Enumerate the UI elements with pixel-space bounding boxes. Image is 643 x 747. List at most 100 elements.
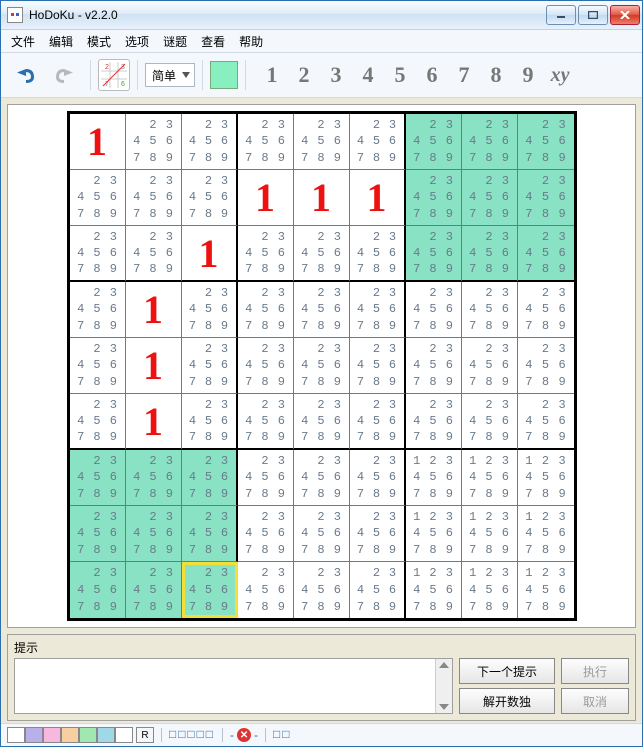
cell-r1c7[interactable]: 23456789 [406, 114, 462, 170]
cell-r7c4[interactable]: 23456789 [238, 450, 294, 506]
sudoku-grid[interactable]: 1234567892345678923456789234567892345678… [67, 111, 577, 621]
cell-r8c9[interactable]: 123456789 [518, 506, 574, 562]
cell-r6c7[interactable]: 23456789 [406, 394, 462, 450]
cell-r4c1[interactable]: 23456789 [70, 282, 126, 338]
cell-r9c8[interactable]: 123456789 [462, 562, 518, 618]
cell-r5c6[interactable]: 23456789 [350, 338, 406, 394]
cell-r8c3[interactable]: 23456789 [182, 506, 238, 562]
cell-r8c5[interactable]: 23456789 [294, 506, 350, 562]
xy-button[interactable]: xy [545, 59, 575, 91]
close-button[interactable] [610, 5, 640, 25]
cell-r6c4[interactable]: 23456789 [238, 394, 294, 450]
cell-r7c8[interactable]: 123456789 [462, 450, 518, 506]
minimize-button[interactable] [546, 5, 576, 25]
menu-options[interactable]: 选项 [119, 31, 155, 52]
cell-r7c1[interactable]: 23456789 [70, 450, 126, 506]
cell-r2c7[interactable]: 23456789 [406, 170, 462, 226]
maximize-button[interactable] [578, 5, 608, 25]
cell-r5c1[interactable]: 23456789 [70, 338, 126, 394]
cell-r9c7[interactable]: 123456789 [406, 562, 462, 618]
cell-r7c6[interactable]: 23456789 [350, 450, 406, 506]
cell-r6c2[interactable]: 1 [126, 394, 182, 450]
next-hint-button[interactable]: 下一个提示 [459, 658, 555, 684]
cell-r4c5[interactable]: 23456789 [294, 282, 350, 338]
cell-r8c2[interactable]: 23456789 [126, 506, 182, 562]
cancel-button[interactable]: 取消 [561, 688, 629, 714]
cell-r8c4[interactable]: 23456789 [238, 506, 294, 562]
hint-textarea[interactable] [14, 658, 453, 714]
cell-r7c2[interactable]: 23456789 [126, 450, 182, 506]
menu-help[interactable]: 帮助 [233, 31, 269, 52]
palette-swatch[interactable] [79, 727, 97, 743]
cell-r2c1[interactable]: 23456789 [70, 170, 126, 226]
num-5[interactable]: 5 [385, 59, 415, 91]
cell-r8c8[interactable]: 123456789 [462, 506, 518, 562]
cell-r3c1[interactable]: 23456789 [70, 226, 126, 282]
cell-r9c4[interactable]: 23456789 [238, 562, 294, 618]
cell-r1c2[interactable]: 23456789 [126, 114, 182, 170]
num-9[interactable]: 9 [513, 59, 543, 91]
cell-r4c4[interactable]: 23456789 [238, 282, 294, 338]
cell-r5c9[interactable]: 23456789 [518, 338, 574, 394]
cell-r1c6[interactable]: 23456789 [350, 114, 406, 170]
cell-r5c8[interactable]: 23456789 [462, 338, 518, 394]
cell-r1c3[interactable]: 23456789 [182, 114, 238, 170]
menu-puzzle[interactable]: 谜题 [157, 31, 193, 52]
num-8[interactable]: 8 [481, 59, 511, 91]
cell-r3c2[interactable]: 23456789 [126, 226, 182, 282]
menu-view[interactable]: 查看 [195, 31, 231, 52]
menu-file[interactable]: 文件 [5, 31, 41, 52]
menu-edit[interactable]: 编辑 [43, 31, 79, 52]
palette-swatch[interactable] [25, 727, 43, 743]
solve-button[interactable]: 解开数独 [459, 688, 555, 714]
candidates-toggle-button[interactable]: 23 76 [98, 59, 130, 91]
num-2[interactable]: 2 [289, 59, 319, 91]
cell-r8c6[interactable]: 23456789 [350, 506, 406, 562]
cell-r4c6[interactable]: 23456789 [350, 282, 406, 338]
cell-r9c1[interactable]: 23456789 [70, 562, 126, 618]
palette-swatch[interactable] [7, 727, 25, 743]
cell-r3c7[interactable]: 23456789 [406, 226, 462, 282]
cell-r5c4[interactable]: 23456789 [238, 338, 294, 394]
cell-r4c7[interactable]: 23456789 [406, 282, 462, 338]
num-1[interactable]: 1 [257, 59, 287, 91]
cell-r9c2[interactable]: 23456789 [126, 562, 182, 618]
cell-r9c3[interactable]: 23456789 [182, 562, 238, 618]
cell-r3c4[interactable]: 23456789 [238, 226, 294, 282]
scrollbar[interactable] [435, 659, 452, 713]
cell-r5c2[interactable]: 1 [126, 338, 182, 394]
cell-r3c8[interactable]: 23456789 [462, 226, 518, 282]
cell-r9c5[interactable]: 23456789 [294, 562, 350, 618]
cell-r5c5[interactable]: 23456789 [294, 338, 350, 394]
cell-r3c6[interactable]: 23456789 [350, 226, 406, 282]
menu-mode[interactable]: 模式 [81, 31, 117, 52]
cell-r4c2[interactable]: 1 [126, 282, 182, 338]
num-7[interactable]: 7 [449, 59, 479, 91]
cell-r7c7[interactable]: 123456789 [406, 450, 462, 506]
cell-r8c1[interactable]: 23456789 [70, 506, 126, 562]
palette-swatch[interactable] [61, 727, 79, 743]
cell-r2c2[interactable]: 23456789 [126, 170, 182, 226]
cell-r3c5[interactable]: 23456789 [294, 226, 350, 282]
cell-r6c1[interactable]: 23456789 [70, 394, 126, 450]
cell-r2c3[interactable]: 23456789 [182, 170, 238, 226]
num-3[interactable]: 3 [321, 59, 351, 91]
cell-r6c8[interactable]: 23456789 [462, 394, 518, 450]
redo-button[interactable] [47, 57, 83, 93]
cell-r6c6[interactable]: 23456789 [350, 394, 406, 450]
cell-r8c7[interactable]: 123456789 [406, 506, 462, 562]
cell-r1c1[interactable]: 1 [70, 114, 126, 170]
cell-r7c5[interactable]: 23456789 [294, 450, 350, 506]
cell-r7c3[interactable]: 23456789 [182, 450, 238, 506]
undo-button[interactable] [7, 57, 43, 93]
palette-swatch[interactable] [115, 727, 133, 743]
cell-r3c9[interactable]: 23456789 [518, 226, 574, 282]
highlight-color-swatch[interactable] [210, 61, 238, 89]
cell-r1c8[interactable]: 23456789 [462, 114, 518, 170]
cell-r4c8[interactable]: 23456789 [462, 282, 518, 338]
num-6[interactable]: 6 [417, 59, 447, 91]
cell-r4c9[interactable]: 23456789 [518, 282, 574, 338]
cell-r4c3[interactable]: 23456789 [182, 282, 238, 338]
cell-r5c3[interactable]: 23456789 [182, 338, 238, 394]
cell-r9c9[interactable]: 123456789 [518, 562, 574, 618]
